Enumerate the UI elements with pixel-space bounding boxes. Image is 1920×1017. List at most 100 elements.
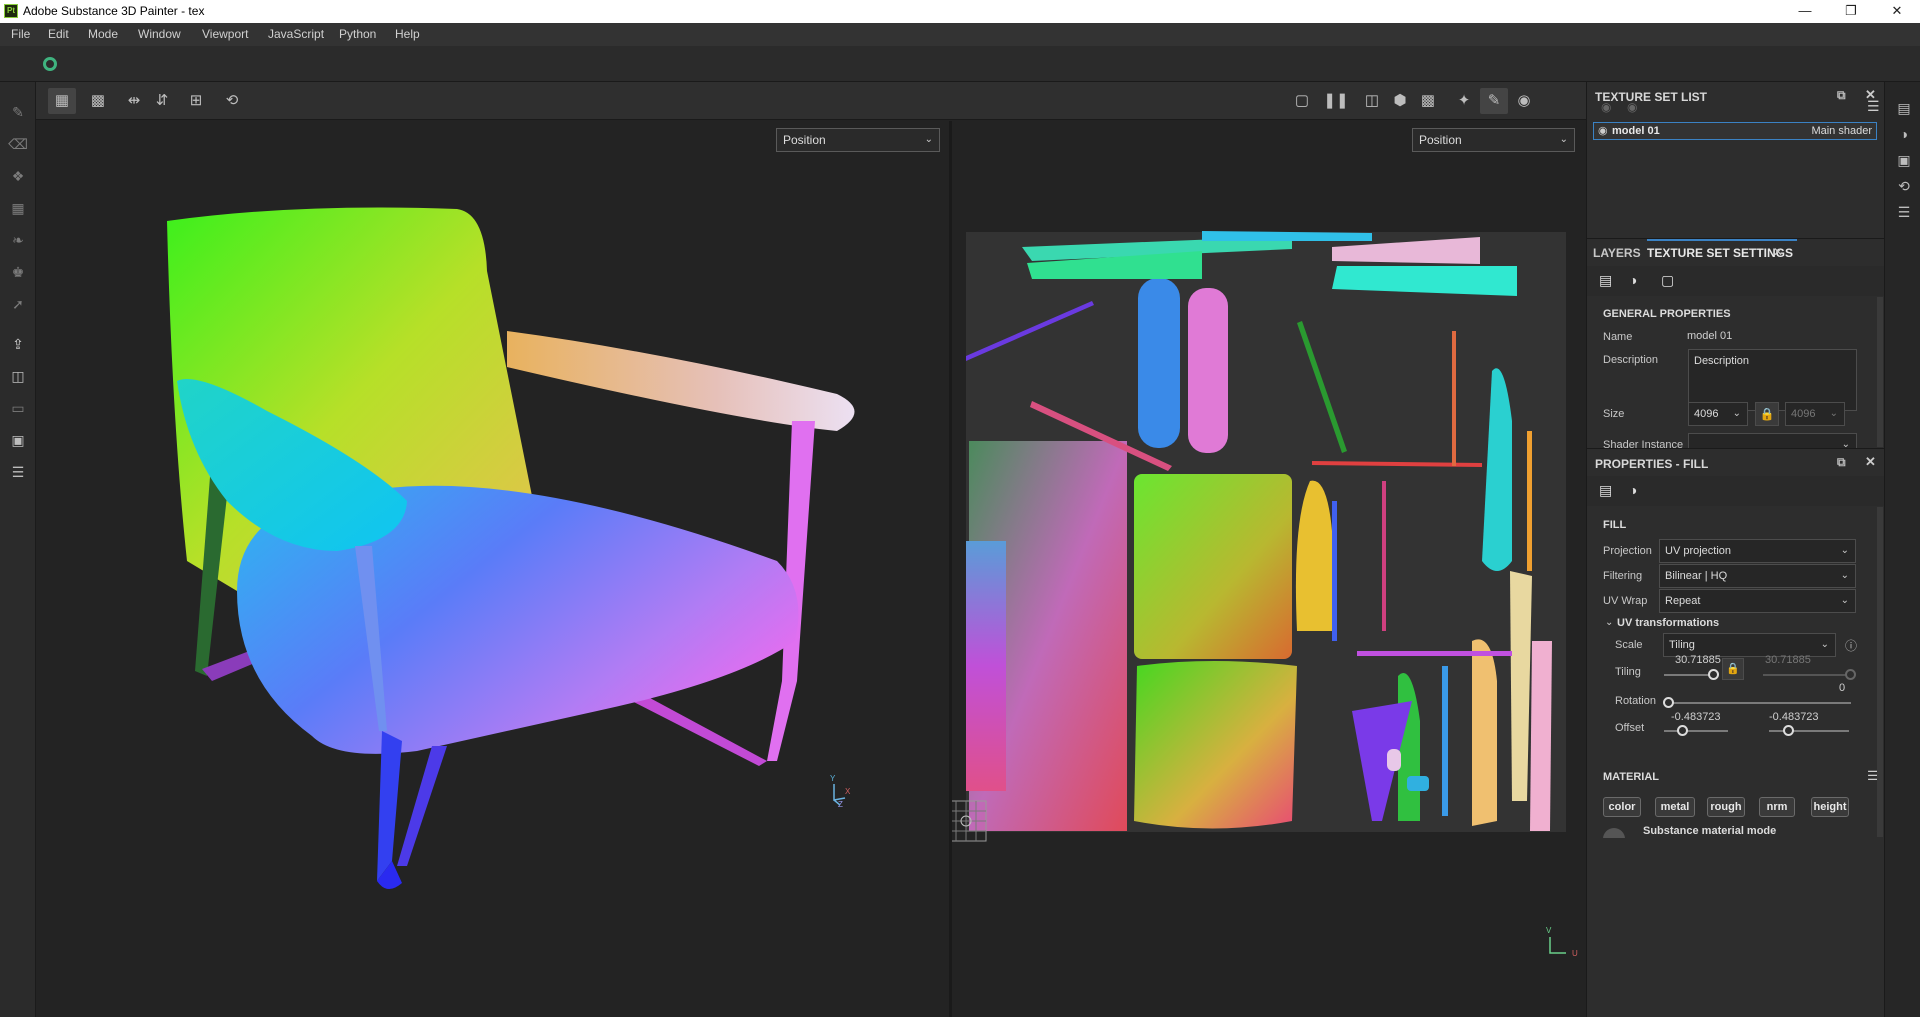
list-menu-icon[interactable]: ☰	[1867, 98, 1880, 115]
offset-v-slider-knob[interactable]	[1783, 725, 1794, 736]
single-view-icon[interactable]: ▦	[48, 88, 76, 114]
clone-stamp-icon[interactable]: ♚	[8, 262, 28, 282]
menu-file[interactable]: File	[11, 27, 30, 41]
rotation-value[interactable]: 0	[1839, 682, 1845, 694]
channel-height-button[interactable]: height	[1811, 797, 1849, 817]
sync-status-icon[interactable]	[43, 57, 57, 71]
log-icon[interactable]: ☰	[1895, 204, 1913, 222]
offset-u-slider-knob[interactable]	[1677, 725, 1688, 736]
float-panel-icon[interactable]: ⧉	[1837, 455, 1846, 470]
viewport-2d[interactable]: Position ⌄ V U	[952, 121, 1586, 1017]
pause-icon[interactable]: ❚❚	[1322, 88, 1350, 114]
menu-help[interactable]: Help	[395, 27, 420, 41]
rotation-slider-knob[interactable]	[1663, 697, 1674, 708]
name-label: Name	[1603, 331, 1633, 343]
layer-stack-icon[interactable]: ☰	[8, 462, 28, 482]
menu-javascript[interactable]: JavaScript	[268, 27, 324, 41]
settings-page-icon[interactable]: ▤	[1599, 272, 1612, 289]
active-tab-indicator	[1647, 239, 1797, 241]
material-ball-icon[interactable]: ◑	[1629, 272, 1637, 288]
tab-texture-set-settings[interactable]: TEXTURE SET SETTINGS	[1647, 239, 1793, 267]
size-lock-icon[interactable]: 🔒	[1755, 402, 1779, 426]
uv-wrap-dropdown[interactable]: Repeat ⌄	[1659, 589, 1856, 613]
restore-icon[interactable]: ❐	[1828, 0, 1874, 23]
float-panel-icon[interactable]: ⧉	[1837, 88, 1846, 103]
offset-u-value[interactable]: -0.483723	[1671, 711, 1721, 723]
filtering-dropdown[interactable]: Bilinear | HQ ⌄	[1659, 564, 1856, 588]
color-picker-icon[interactable]: ➚	[8, 294, 28, 314]
name-value[interactable]: model 01	[1687, 330, 1732, 342]
menu-python[interactable]: Python	[339, 27, 376, 41]
tiling-value[interactable]: 30.71885	[1675, 654, 1721, 666]
fill-scrollbar[interactable]	[1877, 507, 1883, 837]
uv-frame-icon[interactable]: ▢	[1661, 272, 1674, 289]
channel-metal-button[interactable]: metal	[1655, 797, 1695, 817]
properties-page-icon[interactable]: ▤	[1599, 482, 1612, 499]
post-fx-icon[interactable]: ✦	[1450, 88, 1478, 114]
viewport-3d[interactable]: Position ⌄ Y X Z	[37, 121, 949, 1017]
tiling-lock-icon[interactable]: 🔒	[1722, 658, 1744, 680]
menu-window[interactable]: Window	[138, 27, 181, 41]
projection-dropdown[interactable]: UV projection ⌄	[1659, 539, 1856, 563]
viewport-toolbar: ▦ ▩ ⇹ ⇵ ⊞ ⟲ ▢ ❚❚ ◫ ⬢ ▩ ✦ ✎ ◉	[36, 82, 1586, 120]
channel-nrm-button[interactable]: nrm	[1759, 797, 1795, 817]
collapse-chevron-icon[interactable]: ⌄	[1605, 617, 1613, 628]
close-panel-icon[interactable]: ✕	[1865, 454, 1876, 470]
channel-rough-button[interactable]: rough	[1707, 797, 1745, 817]
hide-overlay-icon[interactable]: ▢	[1288, 88, 1316, 114]
uv-wrap-value: Repeat	[1665, 595, 1701, 607]
size-dropdown[interactable]: 4096 ⌄	[1688, 402, 1748, 426]
uv-tool-icon[interactable]: ▭	[8, 398, 28, 418]
menu-viewport[interactable]: Viewport	[202, 27, 248, 41]
projection-icon[interactable]: ❖	[8, 166, 28, 186]
minimize-icon[interactable]: —	[1782, 0, 1828, 23]
offset-v-value[interactable]: -0.483723	[1769, 711, 1819, 723]
close-tab-icon[interactable]: ✕	[1773, 245, 1783, 259]
eraser-icon[interactable]: ⌫	[8, 134, 28, 154]
material-ball-icon[interactable]: ◑	[1629, 482, 1637, 498]
brush-mode-icon[interactable]: ✎	[1480, 88, 1508, 114]
assets-icon[interactable]: ▣	[1895, 152, 1913, 170]
mirror-x-icon[interactable]: ⇹	[120, 88, 148, 114]
settings-tabs: LAYERS TEXTURE SET SETTINGS ✕	[1587, 238, 1885, 266]
chevron-down-icon: ⌄	[1732, 408, 1741, 419]
close-icon[interactable]: ✕	[1874, 0, 1920, 23]
render-snapshot-icon[interactable]: ◉	[1510, 88, 1538, 114]
settings-scrollbar[interactable]	[1877, 297, 1883, 447]
add-frame-icon[interactable]: ⊞	[182, 88, 210, 114]
history-icon[interactable]: ⟲	[1895, 178, 1913, 196]
window-title: Adobe Substance 3D Painter - tex	[23, 4, 205, 18]
chevron-down-icon: ⌄	[1820, 639, 1829, 650]
symmetry-icon[interactable]: ◫	[1358, 88, 1386, 114]
texture-set-item[interactable]: ◉ model 01 Main shader	[1593, 122, 1877, 140]
display-settings-icon[interactable]: ▤	[1895, 100, 1913, 118]
tiling-slider-knob[interactable]	[1708, 669, 1719, 680]
screenshot-icon[interactable]: ▣	[8, 430, 28, 450]
shader-settings-icon[interactable]: ◑	[1895, 126, 1913, 144]
info-icon[interactable]: ⓘ	[1845, 637, 1857, 654]
grid-view-icon[interactable]: ▩	[84, 88, 112, 114]
history-icon[interactable]: ⟲	[218, 88, 246, 114]
substance-mode-row[interactable]: Substance material mode	[1603, 822, 1873, 838]
offset-u-slider-track[interactable]	[1664, 730, 1728, 732]
menu-mode[interactable]: Mode	[88, 27, 118, 41]
uv-transformations-heading[interactable]: UV transformations	[1617, 617, 1719, 629]
camera-icon[interactable]: ▩	[1414, 88, 1442, 114]
paint-brush-icon[interactable]: ✎	[8, 102, 28, 122]
geometry-mask-icon[interactable]: ▦	[8, 198, 28, 218]
tiling-value-2: 30.71885	[1765, 654, 1811, 666]
mirror-y-icon[interactable]: ⇵	[148, 88, 176, 114]
offset-v-slider-track[interactable]	[1769, 730, 1849, 732]
rotation-label: Rotation	[1615, 695, 1656, 707]
cube-view-icon[interactable]: ⬢	[1386, 88, 1414, 114]
smudge-icon[interactable]: ❧	[8, 230, 28, 250]
bake-icon[interactable]: ◫	[8, 366, 28, 386]
visibility-toggle-icon[interactable]: ◉	[1627, 100, 1637, 114]
export-icon[interactable]: ⇪	[8, 334, 28, 354]
menu-edit[interactable]: Edit	[48, 27, 69, 41]
rotation-slider-track[interactable]	[1664, 702, 1851, 704]
eye-icon[interactable]: ◉	[1598, 124, 1608, 137]
tab-layers[interactable]: LAYERS	[1593, 239, 1641, 267]
channel-color-button[interactable]: color	[1603, 797, 1641, 817]
visibility-eye-icon[interactable]: ◉	[1601, 100, 1611, 114]
